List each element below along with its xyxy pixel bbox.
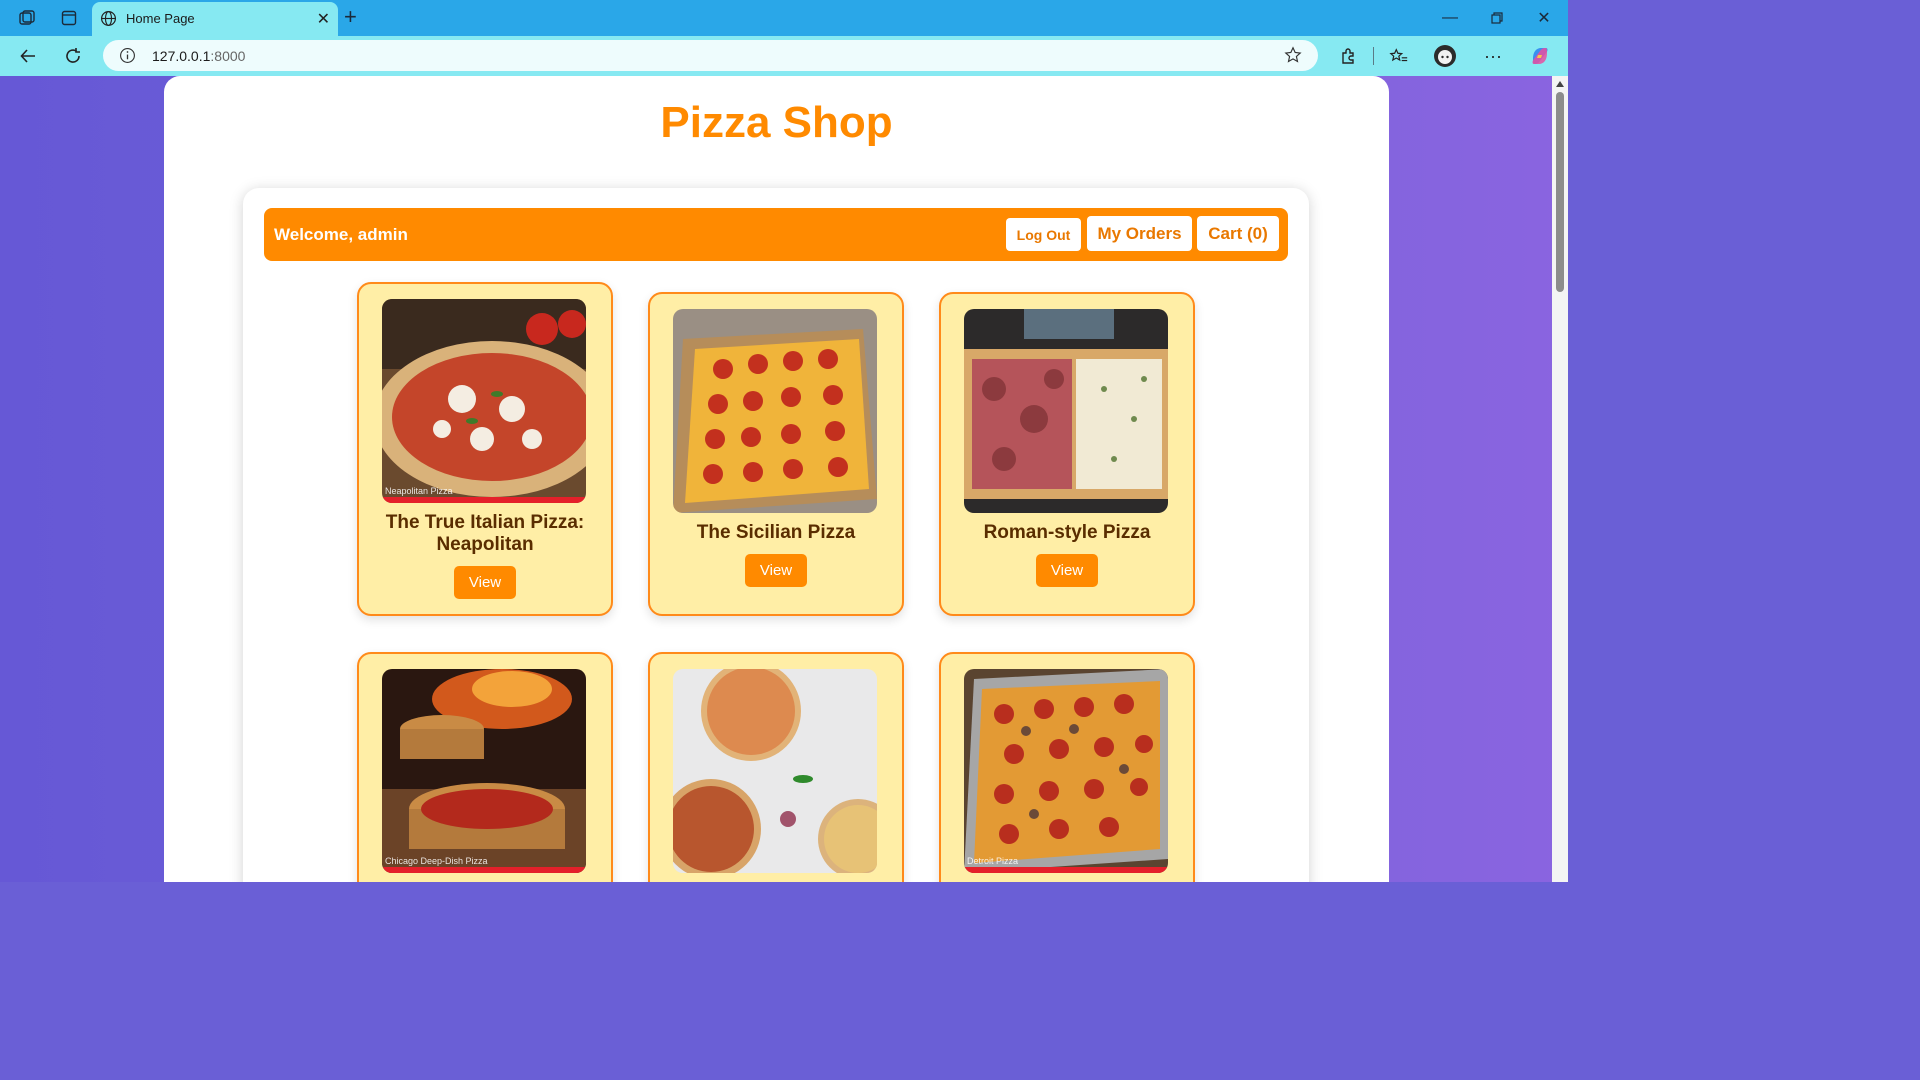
content-panel: Welcome, admin Log Out My Orders Cart (0… — [243, 188, 1309, 882]
globe-icon — [100, 10, 117, 32]
url-host: 127.0.0.1 — [152, 48, 211, 64]
scrollbar-thumb[interactable] — [1556, 92, 1564, 292]
user-bar: Welcome, admin Log Out My Orders Cart (0… — [264, 208, 1288, 261]
product-card: Neapolitan Pizza The True Italian Pizza:… — [357, 282, 613, 616]
main-container: Pizza Shop Welcome, admin Log Out My Ord… — [164, 76, 1389, 882]
browser-titlebar: Home Page ✕ + — ✕ — [0, 0, 1568, 36]
tab-title: Home Page — [126, 11, 195, 26]
more-icon[interactable]: ··· — [1480, 44, 1506, 68]
product-image: Chicago Deep-Dish Pizza — [382, 669, 586, 873]
my-orders-button[interactable]: My Orders — [1087, 216, 1192, 251]
product-image: Neapolitan Pizza — [382, 299, 586, 503]
product-name: The Sicilian Pizza — [696, 522, 856, 543]
favorites-icon[interactable] — [1386, 44, 1412, 68]
address-bar[interactable]: 127.0.0.1:8000 — [103, 40, 1318, 71]
product-card — [648, 652, 904, 882]
plus-icon[interactable]: + — [344, 4, 357, 30]
restore-icon[interactable] — [1482, 6, 1512, 30]
page-title: Pizza Shop — [660, 98, 893, 147]
star-icon[interactable] — [1284, 46, 1302, 69]
image-caption-bar — [382, 867, 586, 873]
product-image: Detroit Pizza — [964, 669, 1168, 873]
copilot-icon[interactable] — [1527, 44, 1553, 68]
browser-tab[interactable]: Home Page ✕ — [92, 2, 338, 36]
product-card: Chicago Deep-Dish Pizza — [357, 652, 613, 882]
product-image — [964, 309, 1168, 513]
minimize-icon[interactable]: — — [1435, 6, 1465, 30]
product-name: The True Italian Pizza: Neapolitan — [385, 512, 585, 555]
product-card: The Sicilian Pizza View — [648, 292, 904, 616]
product-image — [673, 309, 877, 513]
view-button[interactable]: View — [745, 554, 807, 587]
product-name: Roman-style Pizza — [983, 522, 1151, 543]
back-icon[interactable] — [15, 44, 41, 68]
refresh-icon[interactable] — [60, 44, 86, 68]
view-button[interactable]: View — [1036, 554, 1098, 587]
close-window-icon[interactable]: ✕ — [1529, 6, 1559, 30]
product-card: Detroit Pizza — [939, 652, 1195, 882]
cart-button[interactable]: Cart (0) — [1197, 216, 1279, 251]
product-image — [673, 669, 877, 873]
logout-button[interactable]: Log Out — [1006, 218, 1081, 251]
image-caption: Detroit Pizza — [967, 856, 1019, 866]
image-caption-bar — [382, 497, 586, 503]
view-button[interactable]: View — [454, 566, 516, 599]
product-card: Roman-style Pizza View — [939, 292, 1195, 616]
page-viewport: Pizza Shop Welcome, admin Log Out My Ord… — [0, 76, 1568, 882]
url-port: :8000 — [210, 48, 246, 64]
workspaces-icon[interactable] — [14, 6, 40, 30]
browser-toolbar: 127.0.0.1:8000 ··· — [0, 36, 1568, 76]
scrollbar[interactable] — [1552, 76, 1568, 882]
profile-icon[interactable] — [1432, 44, 1458, 68]
close-icon[interactable]: ✕ — [317, 9, 330, 29]
extensions-icon[interactable] — [1335, 44, 1361, 68]
image-caption: Chicago Deep-Dish Pizza — [385, 856, 488, 866]
image-caption-bar — [964, 867, 1168, 873]
welcome-text: Welcome, admin — [274, 225, 408, 244]
url-text: 127.0.0.1:8000 — [152, 48, 245, 64]
toolbar-separator — [1373, 47, 1374, 65]
scroll-up-arrow-icon[interactable] — [1556, 81, 1564, 87]
tab-actions-icon[interactable] — [56, 6, 82, 30]
image-caption: Neapolitan Pizza — [385, 486, 453, 496]
info-icon[interactable] — [119, 47, 136, 69]
